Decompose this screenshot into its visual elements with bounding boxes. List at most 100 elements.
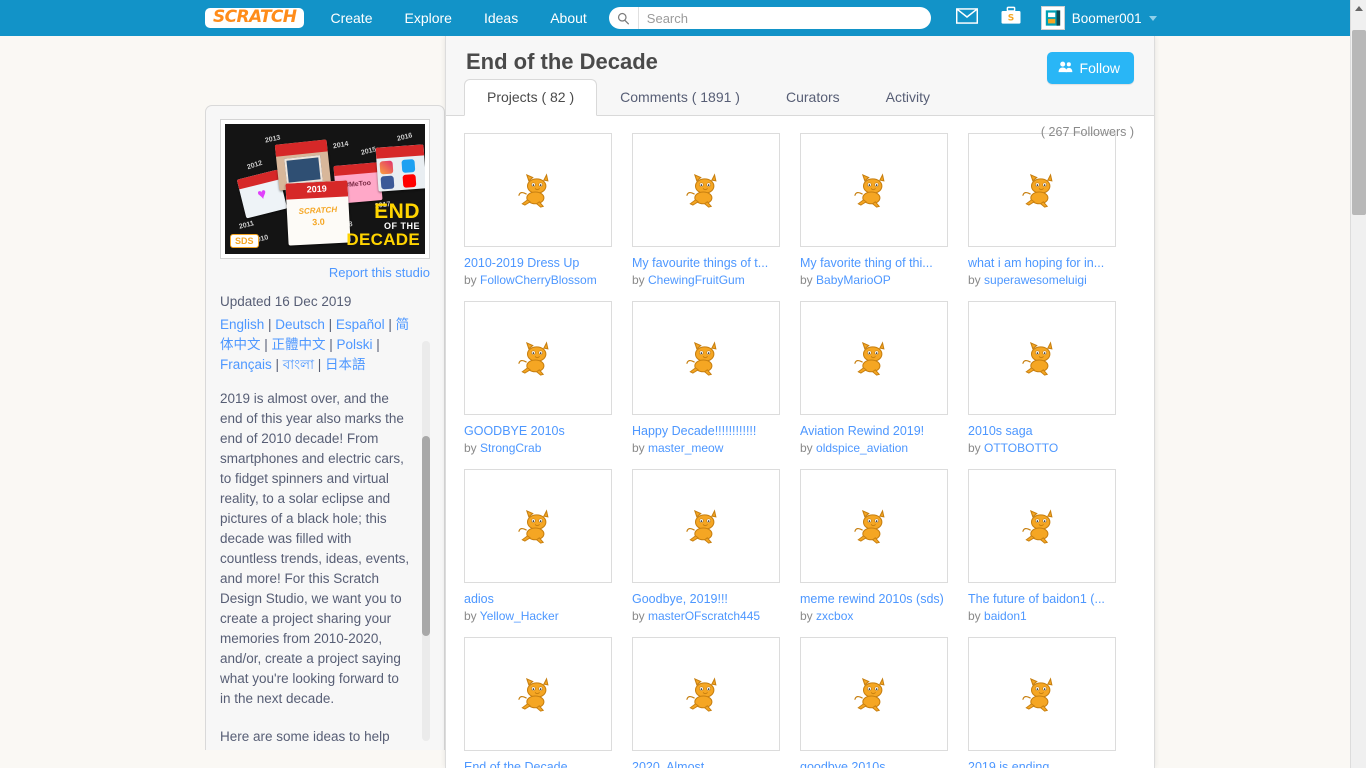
- nav-link-ideas[interactable]: Ideas: [468, 0, 534, 36]
- project-title-link[interactable]: goodbye 2010s: [800, 759, 948, 768]
- thumb-headline: END OF THE DECADE: [346, 201, 420, 248]
- scroll-up-arrow-button[interactable]: [1351, 0, 1366, 16]
- project-thumbnail[interactable]: [968, 301, 1116, 415]
- thumb-sds-badge: SDS: [230, 234, 259, 248]
- project-author-prefix: by: [464, 273, 481, 287]
- studio-thumbnail-frame[interactable]: 2013 2014 2015 2016 2012 2017 2018 2011 …: [220, 119, 430, 259]
- project-thumbnail[interactable]: [632, 469, 780, 583]
- project-author-link[interactable]: master_meow: [648, 441, 723, 455]
- project-title-link[interactable]: Happy Decade!!!!!!!!!!!!: [632, 423, 780, 439]
- studio-main-panel: End of the Decade Follow ( 267 Followers…: [445, 36, 1155, 768]
- report-studio-link[interactable]: Report this studio: [220, 265, 430, 280]
- project-author-link[interactable]: ChewingFruitGum: [648, 273, 745, 287]
- messages-button[interactable]: [945, 0, 989, 36]
- project-author-link[interactable]: baidon1: [984, 609, 1027, 623]
- project-title-link[interactable]: 2010s saga: [968, 423, 1116, 439]
- project-thumbnail[interactable]: [968, 469, 1116, 583]
- project-thumbnail[interactable]: [464, 301, 612, 415]
- project-author: by Yellow_Hacker: [464, 608, 612, 624]
- nav-link-explore[interactable]: Explore: [388, 0, 467, 36]
- project-thumbnail[interactable]: [464, 133, 612, 247]
- project-card: 2020, Almostby cohentheturtle: [632, 637, 780, 768]
- backpack-button[interactable]: S: [989, 0, 1033, 36]
- project-author-link[interactable]: superawesomeluigi: [984, 273, 1087, 287]
- project-title-link[interactable]: 2010-2019 Dress Up: [464, 255, 612, 271]
- project-author-link[interactable]: Yellow_Hacker: [480, 609, 559, 623]
- project-author: by master_meow: [632, 440, 780, 456]
- language-link-polski[interactable]: Polski: [337, 337, 373, 352]
- sidebar-scrollbar[interactable]: [422, 341, 430, 741]
- project-title-link[interactable]: 2020, Almost: [632, 759, 780, 768]
- project-title-link[interactable]: adios: [464, 591, 612, 607]
- language-link-japanese[interactable]: 日本語: [325, 357, 366, 372]
- project-thumbnail[interactable]: [968, 637, 1116, 751]
- project-title-link[interactable]: My favorite thing of thi...: [800, 255, 948, 271]
- project-thumbnail[interactable]: [800, 469, 948, 583]
- sidebar-scrollbar-thumb[interactable]: [422, 436, 430, 636]
- project-thumbnail[interactable]: [968, 133, 1116, 247]
- studio-updated-date: Updated 16 Dec 2019: [220, 294, 352, 309]
- project-title-link[interactable]: 2019 is ending...: [968, 759, 1116, 768]
- user-menu[interactable]: Boomer001: [1033, 0, 1169, 36]
- project-thumbnail[interactable]: [800, 133, 948, 247]
- project-thumbnail[interactable]: [632, 301, 780, 415]
- project-title-link[interactable]: meme rewind 2010s (sds): [800, 591, 948, 607]
- project-author: by ChewingFruitGum: [632, 272, 780, 288]
- tab-comments[interactable]: Comments ( 1891 ): [597, 79, 763, 116]
- search-box[interactable]: [608, 7, 931, 29]
- project-author-prefix: by: [632, 441, 649, 455]
- project-author-link[interactable]: masterOFscratch445: [648, 609, 760, 623]
- project-title-link[interactable]: End of the Decade: [464, 759, 612, 768]
- project-author-link[interactable]: oldspice_aviation: [816, 441, 908, 455]
- project-card: Happy Decade!!!!!!!!!!!! by master_meow: [632, 301, 780, 456]
- follow-users-icon: [1058, 60, 1073, 76]
- tab-curators[interactable]: Curators: [763, 79, 863, 116]
- nav-right-group: S Boomer001: [945, 0, 1169, 36]
- project-title-link[interactable]: My favourite things of t...: [632, 255, 780, 271]
- page-scrollbar-thumb[interactable]: [1352, 30, 1366, 215]
- project-title-link[interactable]: what i am hoping for in...: [968, 255, 1116, 271]
- project-thumbnail[interactable]: [800, 301, 948, 415]
- tab-activity[interactable]: Activity: [863, 79, 953, 116]
- language-link-deutsch[interactable]: Deutsch: [275, 317, 325, 332]
- nav-link-create[interactable]: Create: [314, 0, 388, 36]
- top-navigation-bar: SCRATCH Create Explore Ideas About Searc…: [0, 0, 1350, 36]
- project-title-link[interactable]: The future of baidon1 (...: [968, 591, 1116, 607]
- project-author-link[interactable]: OTTOBOTTO: [984, 441, 1058, 455]
- project-author-link[interactable]: FollowCherryBlossom: [480, 273, 597, 287]
- page-scrollbar[interactable]: [1350, 0, 1366, 768]
- project-author: by oldspice_aviation: [800, 440, 948, 456]
- follow-button[interactable]: Follow: [1046, 52, 1134, 84]
- language-links: English | Deutsch | Español | 简体中文 | 正體中…: [220, 317, 410, 372]
- project-title-link[interactable]: Goodbye, 2019!!!: [632, 591, 780, 607]
- project-thumbnail[interactable]: [800, 637, 948, 751]
- project-card: My favourite things of t... by ChewingFru…: [632, 133, 780, 288]
- project-thumbnail[interactable]: [632, 133, 780, 247]
- project-title-link[interactable]: Aviation Rewind 2019!: [800, 423, 948, 439]
- nav-link-about[interactable]: About: [534, 0, 603, 36]
- project-title-link[interactable]: GOODBYE 2010s: [464, 423, 612, 439]
- project-author-prefix: by: [632, 609, 649, 623]
- project-card: what i am hoping for in... by superawesom…: [968, 133, 1116, 288]
- thumb-year-2015: 2015: [360, 146, 378, 157]
- studio-header: End of the Decade Follow ( 267 Followers…: [446, 36, 1154, 139]
- language-link-english[interactable]: English: [220, 317, 264, 332]
- thumb-version-label: 3.0: [311, 216, 325, 228]
- project-author-link[interactable]: BabyMarioOP: [816, 273, 891, 287]
- project-author-link[interactable]: StrongCrab: [480, 441, 541, 455]
- language-link-traditional-chinese[interactable]: 正體中文: [272, 337, 326, 352]
- studio-description-paragraph-2: Here are some ideas to help you: [220, 729, 390, 750]
- thumb-year-2014: 2014: [332, 140, 350, 151]
- language-link-bangla[interactable]: বাংলা: [283, 357, 314, 372]
- project-thumbnail[interactable]: [464, 469, 612, 583]
- studio-thumbnail-image: 2013 2014 2015 2016 2012 2017 2018 2011 …: [225, 124, 425, 254]
- tab-projects[interactable]: Projects ( 82 ): [464, 79, 598, 116]
- project-thumbnail[interactable]: [632, 637, 780, 751]
- scratch-logo[interactable]: SCRATCH: [195, 0, 314, 36]
- language-link-francais[interactable]: Français: [220, 357, 272, 372]
- project-author-link[interactable]: zxcbox: [816, 609, 853, 623]
- briefcase-icon: S: [1000, 6, 1022, 30]
- language-link-espanol[interactable]: Español: [336, 317, 385, 332]
- search-input[interactable]: [638, 8, 931, 28]
- project-thumbnail[interactable]: [464, 637, 612, 751]
